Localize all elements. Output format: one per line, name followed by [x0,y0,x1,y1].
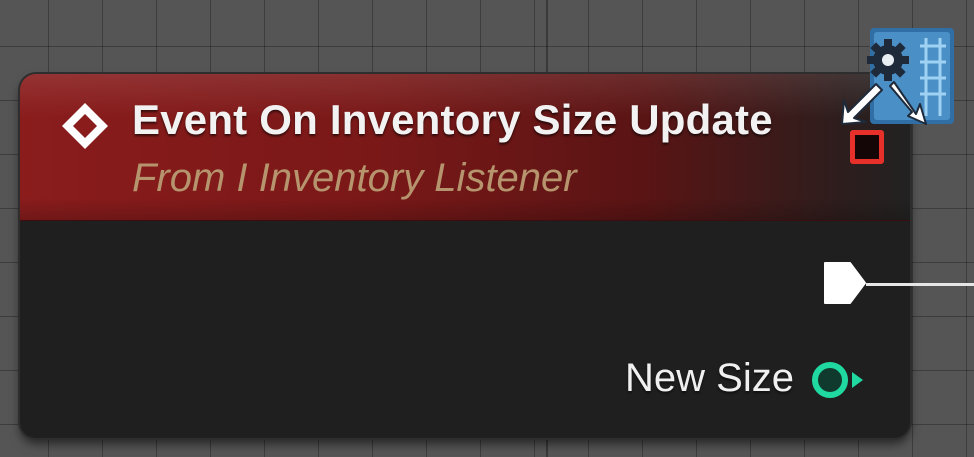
interface-gear-badge-icon [841,28,954,125]
exec-pin-icon[interactable] [822,260,868,306]
node-header[interactable]: Event On Inventory Size Update From I In… [20,74,910,221]
node-title: Event On Inventory Size Update [132,96,773,143]
exec-wire[interactable] [866,283,974,286]
delegate-pin-icon[interactable] [850,130,884,164]
new-size-pin-label: New Size [625,356,794,400]
node-subtitle: From I Inventory Listener [132,156,577,200]
event-diamond-icon [62,103,108,149]
integer-pin-icon[interactable] [808,358,866,402]
event-node[interactable]: Event On Inventory Size Update From I In… [20,74,910,438]
